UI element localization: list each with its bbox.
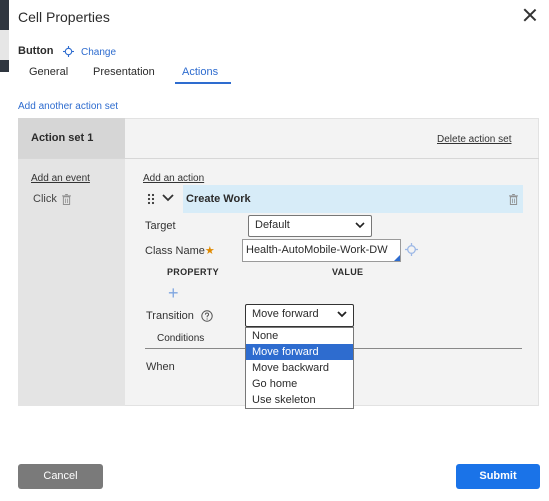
action-set-title: Action set 1 — [31, 132, 94, 144]
trash-icon[interactable] — [509, 194, 518, 205]
target-select-value: Default — [255, 219, 290, 231]
chevron-down-icon — [355, 222, 365, 229]
dropdown-option[interactable]: Go home — [246, 376, 353, 392]
conditions-tab[interactable]: Conditions — [157, 333, 204, 344]
dropdown-option-selected[interactable]: Move forward — [246, 344, 353, 360]
drag-handle-icon[interactable] — [147, 193, 155, 205]
target-label: Target — [145, 220, 176, 232]
dialog-title: Cell Properties — [18, 9, 110, 25]
add-action-set-link[interactable]: Add another action set — [18, 101, 118, 112]
delete-action-set-link[interactable]: Delete action set — [437, 134, 512, 145]
control-type-label: Button — [18, 45, 54, 57]
add-action-link[interactable]: Add an action — [143, 173, 204, 184]
cancel-button[interactable]: Cancel — [18, 464, 103, 489]
transition-select-value: Move forward — [252, 308, 319, 320]
chevron-down-icon[interactable] — [161, 192, 175, 204]
action-set-divider — [18, 158, 539, 159]
help-icon[interactable] — [201, 310, 213, 322]
class-name-label-text: Class Name — [145, 245, 205, 257]
class-name-label: Class Name★ — [145, 244, 215, 257]
tab-actions[interactable]: Actions — [182, 66, 218, 78]
action-title: Create Work — [186, 193, 251, 205]
submit-button[interactable]: Submit — [456, 464, 540, 489]
close-icon[interactable] — [521, 6, 539, 24]
trash-icon[interactable] — [62, 194, 71, 205]
class-name-input[interactable]: Health-AutoMobile-Work-DW — [242, 239, 401, 262]
dropdown-option[interactable]: None — [246, 328, 353, 344]
add-event-link[interactable]: Add an event — [31, 173, 90, 184]
active-tab-indicator — [175, 82, 231, 84]
dropdown-option[interactable]: Use skeleton — [246, 392, 353, 408]
value-column-header: VALUE — [332, 267, 364, 277]
tab-general[interactable]: General — [29, 66, 68, 78]
change-link[interactable]: Change — [81, 47, 116, 58]
background-app-edge — [0, 0, 9, 30]
plus-icon[interactable]: + — [168, 284, 179, 302]
autocomplete-corner-indicator — [394, 255, 400, 261]
required-marker: ★ — [204, 245, 215, 257]
dropdown-option[interactable]: Move backward — [246, 360, 353, 376]
target-icon[interactable] — [63, 46, 74, 57]
tab-presentation[interactable]: Presentation — [93, 66, 155, 78]
when-label: When — [146, 361, 175, 373]
event-label: Click — [33, 193, 57, 205]
events-column — [18, 118, 125, 406]
transition-label: Transition — [146, 310, 194, 322]
property-column-header: PROPERTY — [167, 267, 219, 277]
class-name-value: Health-AutoMobile-Work-DW — [246, 244, 388, 256]
target-select[interactable]: Default — [248, 215, 372, 237]
background-app-edge-lower — [0, 60, 9, 72]
chevron-down-icon — [337, 311, 347, 318]
background-app-edge-light — [0, 30, 9, 60]
transition-dropdown-list: None Move forward Move backward Go home … — [245, 327, 354, 409]
transition-select[interactable]: Move forward — [245, 304, 354, 327]
target-icon[interactable] — [405, 243, 418, 256]
